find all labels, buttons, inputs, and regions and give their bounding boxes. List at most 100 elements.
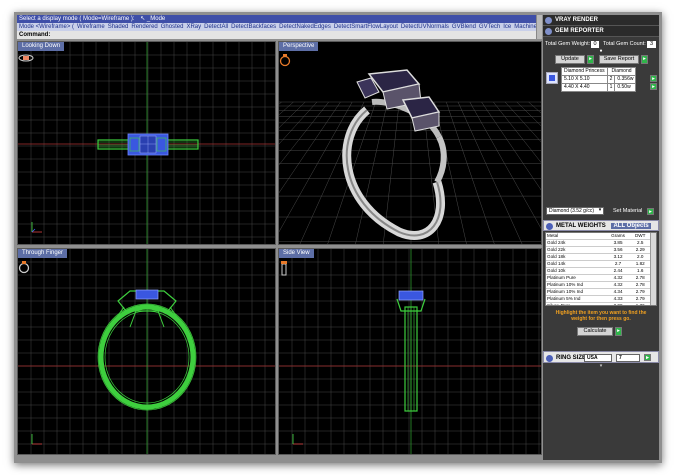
side-view-canvas [279, 249, 541, 454]
calculate-row: Calculate ▸ [543, 325, 659, 337]
set-material-go-icon[interactable]: ▸ [647, 208, 654, 215]
ring-size-go-icon[interactable]: ▸ [644, 354, 651, 361]
all-objects-tab[interactable]: ALL Objects [611, 223, 651, 229]
mode-option[interactable]: GVTech [479, 24, 500, 30]
total-gem-weight-label: Total Gem Weight: [545, 41, 591, 47]
table-row[interactable]: Gold 18k 3.12 2.0 [546, 253, 650, 261]
mode-option[interactable]: DetectAll [204, 24, 228, 30]
ring-standard-select[interactable]: USA [584, 354, 612, 362]
ring-render [342, 69, 447, 240]
ring-top-wireframe [97, 133, 199, 156]
axis-gizmo [292, 434, 303, 445]
viewport-title[interactable]: Perspective [279, 42, 319, 51]
gem-table-header: Diamond [606, 67, 637, 76]
calculate-go-icon[interactable]: ▸ [615, 327, 622, 336]
mode-option[interactable]: XRay [186, 24, 201, 30]
material-row: Diamond (3.52 g/cc) ▾ Set Material ▸ [543, 205, 659, 217]
highlight-note: Highlight the item you want to find the … [555, 310, 647, 322]
ring-size-select[interactable]: 7 [616, 354, 640, 362]
viewport-through-finger[interactable]: Through Finger [17, 248, 276, 455]
table-row[interactable]: Platinum 10% Ind 4.32 2.78 [546, 281, 650, 289]
table-row[interactable]: Platinum Pure 4.32 2.78 [546, 274, 650, 282]
command-prompt: Select a display mode ( Mode=Wireframe )… [19, 16, 135, 22]
ring-view-side-icon[interactable] [279, 260, 289, 276]
metal-table: Metal Grams DWT Gold 24k 3.85 2.5 Gold 22k 3… [546, 233, 650, 305]
ring-size-header[interactable]: RING SIZE USA 7 ▸ [543, 351, 659, 363]
gem-table-header: Diamond Princess [561, 67, 608, 76]
ring-view-perspective-icon[interactable] [279, 53, 291, 67]
viewport-title[interactable]: Through Finger [18, 249, 68, 258]
mode-options-line: Mode <Wireframe> (Wireframe Shaded Rendere… [17, 23, 542, 31]
save-report-go-icon[interactable]: ▸ [641, 55, 648, 64]
viewport-title[interactable]: Side View [279, 249, 314, 258]
rhino-window: Select a display mode ( Mode=Wireframe )… [14, 12, 662, 463]
mouse-cursor-icon: ↖ [140, 16, 146, 22]
table-row[interactable]: 4.40 X 4.40 1 0.50w [561, 83, 637, 92]
update-go-icon[interactable]: ▸ [587, 55, 594, 64]
gem-table[interactable]: Diamond Princess Diamond 5.10 X 5.10 2 0… [561, 67, 637, 92]
set-material-label: Set Material [613, 208, 643, 214]
plugin-panel: VRAY RENDER GEM REPORTER Total Gem Weigh… [543, 15, 659, 460]
table-row[interactable]: Platinum 5% Ind 4.33 2.79 [546, 295, 650, 303]
chevron-down-icon[interactable]: ▾ [597, 208, 603, 214]
perspective-canvas [279, 69, 541, 244]
perspective-grid [279, 101, 541, 244]
metal-list-scrollbar[interactable] [650, 233, 656, 305]
mode-option[interactable]: Ice [503, 24, 511, 30]
center-gem [135, 289, 159, 300]
command-line[interactable]: Command: [17, 31, 542, 39]
total-gem-count-value: 3 [647, 41, 656, 48]
mode-option[interactable]: GVBlend [452, 24, 476, 30]
metal-weights-header[interactable]: METAL WEIGHTS ALL Objects [543, 220, 659, 231]
through-finger-canvas [18, 249, 275, 454]
table-row[interactable]: Gold 10k 2.44 1.6 [546, 267, 650, 275]
gem-reporter-header[interactable]: GEM REPORTER [543, 26, 659, 37]
construction-grid [279, 249, 541, 454]
gem-row-2-go-icon[interactable]: ▸ [650, 83, 657, 90]
metal-weights-list[interactable]: Metal Grams DWT Gold 24k 3.85 2.5 Gold 22k 3… [545, 232, 657, 306]
ring-side-wireframe [396, 298, 426, 412]
looking-down-canvas [18, 42, 275, 244]
center-gem-side [398, 290, 424, 301]
mode-option[interactable]: Machine [514, 24, 537, 30]
command-scrollbar[interactable] [536, 15, 542, 39]
viewport-side-view[interactable]: Side View [278, 248, 542, 455]
axis-gizmo [31, 222, 42, 233]
viewport-looking-down[interactable]: Looking Down [17, 41, 276, 245]
calculate-button[interactable]: Calculate [577, 327, 613, 336]
metal-icon [546, 223, 553, 230]
gem-list: Diamond Princess Diamond 5.10 X 5.10 2 0… [543, 67, 659, 95]
mode-option[interactable]: Wireframe [77, 24, 105, 30]
total-gem-count-label: Total Gem Count: [603, 41, 646, 47]
table-row[interactable]: Silver, Pure 2.09 1.36 [546, 302, 650, 305]
mode-option[interactable]: Rendered [131, 24, 157, 30]
update-button[interactable]: Update [555, 55, 585, 64]
ring-view-top-icon[interactable] [18, 53, 34, 63]
mode-option[interactable]: Shaded [108, 24, 129, 30]
total-gem-weight-value: 0 [591, 41, 599, 48]
command-history-line: Select a display mode ( Mode=Wireframe )… [17, 15, 542, 23]
gem-row-1-go-icon[interactable]: ▸ [650, 75, 657, 82]
table-row[interactable]: Platinum 10% Ind 4.34 2.79 [546, 288, 650, 296]
table-row[interactable]: 5.10 X 5.10 2 0.356w [561, 75, 637, 84]
viewport-title[interactable]: Looking Down [18, 42, 65, 51]
ring-view-front-icon[interactable] [18, 260, 30, 274]
mode-option[interactable]: DetectNakedEdges [279, 24, 331, 30]
ring-icon [546, 355, 553, 362]
mode-option[interactable]: Ghosted [161, 24, 184, 30]
command-label: Command: [19, 32, 51, 38]
axis-gizmo [31, 434, 42, 445]
gem-totals-row: Total Gem Weight: 0 Total Gem Count: 3 [543, 40, 659, 49]
table-row[interactable]: Gold 14k 2.7 1.82 [546, 260, 650, 268]
table-row[interactable]: Gold 24k 3.85 2.5 [546, 239, 650, 247]
mode-option[interactable]: DetectUVNormals [401, 24, 449, 30]
gem-preview-icon [546, 72, 558, 84]
mode-option[interactable]: DetectSmartFlowLayout [334, 24, 398, 30]
vray-icon [545, 17, 552, 24]
material-select[interactable]: Diamond (3.52 g/cc) [546, 207, 604, 215]
table-row[interactable]: Gold 22k 3.56 2.29 [546, 246, 650, 254]
mode-option[interactable]: DetectBackfaces [231, 24, 276, 30]
vray-render-header[interactable]: VRAY RENDER [543, 15, 659, 26]
save-report-button[interactable]: Save Report [599, 55, 639, 64]
viewport-perspective[interactable]: Perspective [278, 41, 542, 245]
